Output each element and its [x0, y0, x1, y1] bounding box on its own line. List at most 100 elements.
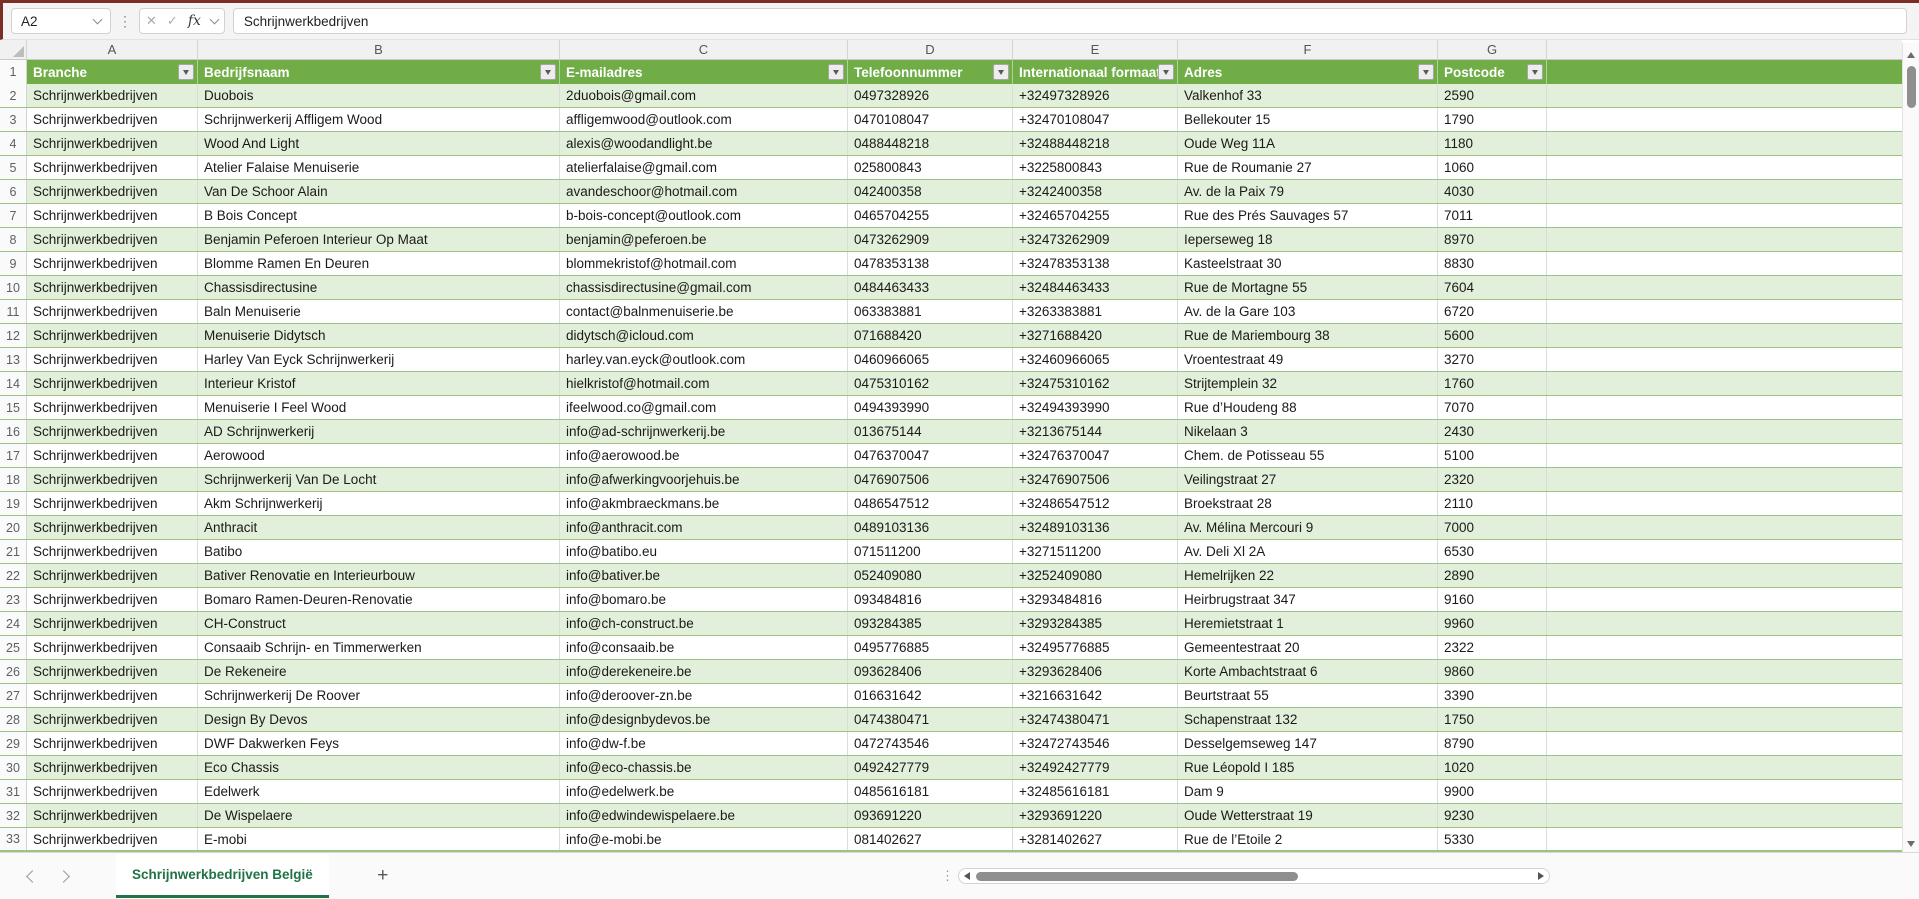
cell-telefoonnummer[interactable]: 071688420: [848, 324, 1013, 347]
cell-telefoonnummer[interactable]: 042400358: [848, 180, 1013, 203]
row-number[interactable]: 22: [0, 564, 27, 587]
cell-branche[interactable]: Schrijnwerkbedrijven: [27, 276, 198, 299]
row-number[interactable]: 32: [0, 804, 27, 827]
row-number[interactable]: 6: [0, 180, 27, 203]
cell-postcode[interactable]: 7000: [1438, 516, 1547, 539]
cell-branche[interactable]: Schrijnwerkbedrijven: [27, 252, 198, 275]
cell-emailadres[interactable]: affligemwood@outlook.com: [560, 108, 848, 131]
cell-branche[interactable]: Schrijnwerkbedrijven: [27, 204, 198, 227]
cell-emailadres[interactable]: info@anthracit.com: [560, 516, 848, 539]
cell-branche[interactable]: Schrijnwerkbedrijven: [27, 84, 198, 107]
cell-postcode[interactable]: 9900: [1438, 780, 1547, 803]
row-number[interactable]: 17: [0, 444, 27, 467]
row-number[interactable]: 25: [0, 636, 27, 659]
header-cell[interactable]: Bedrijfsnaam: [198, 60, 560, 84]
row-number[interactable]: 2: [0, 84, 27, 107]
cell-branche[interactable]: Schrijnwerkbedrijven: [27, 372, 198, 395]
cell-bedrijfsnaam[interactable]: Atelier Falaise Menuiserie: [198, 156, 560, 179]
header-cell[interactable]: Branche: [27, 60, 198, 84]
cell-internationaal-formaat[interactable]: +32489103136: [1013, 516, 1178, 539]
cell-postcode[interactable]: 8970: [1438, 228, 1547, 251]
cell-telefoonnummer[interactable]: 093284385: [848, 612, 1013, 635]
cell-postcode[interactable]: 1180: [1438, 132, 1547, 155]
cell-adres[interactable]: Dam 9: [1178, 780, 1438, 803]
filter-button[interactable]: [993, 64, 1009, 80]
cell-internationaal-formaat[interactable]: +3216631642: [1013, 684, 1178, 707]
cell-telefoonnummer[interactable]: 081402627: [848, 828, 1013, 850]
cell-telefoonnummer[interactable]: 0474380471: [848, 708, 1013, 731]
cell-branche[interactable]: Schrijnwerkbedrijven: [27, 516, 198, 539]
cell-postcode[interactable]: 2110: [1438, 492, 1547, 515]
cell-internationaal-formaat[interactable]: +32460966065: [1013, 348, 1178, 371]
cell-emailadres[interactable]: info@dw-f.be: [560, 732, 848, 755]
cell-adres[interactable]: Ieperseweg 18: [1178, 228, 1438, 251]
cell-adres[interactable]: Rue d’Houdeng 88: [1178, 396, 1438, 419]
cell-adres[interactable]: Desselgemseweg 147: [1178, 732, 1438, 755]
cell-internationaal-formaat[interactable]: +32492427779: [1013, 756, 1178, 779]
cell-emailadres[interactable]: benjamin@peferoen.be: [560, 228, 848, 251]
cell-internationaal-formaat[interactable]: +3293691220: [1013, 804, 1178, 827]
cell-bedrijfsnaam[interactable]: Baln Menuiserie: [198, 300, 560, 323]
confirm-icon[interactable]: ✓: [167, 13, 178, 29]
column-letter[interactable]: G: [1438, 40, 1547, 59]
cell-bedrijfsnaam[interactable]: Akm Schrijnwerkerij: [198, 492, 560, 515]
cell-adres[interactable]: Strijtemplein 32: [1178, 372, 1438, 395]
cell-bedrijfsnaam[interactable]: Van De Schoor Alain: [198, 180, 560, 203]
cell-branche[interactable]: Schrijnwerkbedrijven: [27, 732, 198, 755]
cell-telefoonnummer[interactable]: 0465704255: [848, 204, 1013, 227]
cell-adres[interactable]: Rue des Prés Sauvages 57: [1178, 204, 1438, 227]
header-cell[interactable]: E-mailadres: [560, 60, 848, 84]
row-number[interactable]: 13: [0, 348, 27, 371]
tab-splitter-icon[interactable]: ⋮: [941, 868, 954, 884]
filter-button[interactable]: [1418, 64, 1434, 80]
cell-adres[interactable]: Broekstraat 28: [1178, 492, 1438, 515]
cell-adres[interactable]: Gemeentestraat 20: [1178, 636, 1438, 659]
cell-postcode[interactable]: 6720: [1438, 300, 1547, 323]
row-number[interactable]: 18: [0, 468, 27, 491]
row-number[interactable]: 16: [0, 420, 27, 443]
cell-bedrijfsnaam[interactable]: Schrijnwerkerij Affligem Wood: [198, 108, 560, 131]
cell-internationaal-formaat[interactable]: +32465704255: [1013, 204, 1178, 227]
cell-branche[interactable]: Schrijnwerkbedrijven: [27, 468, 198, 491]
cell-emailadres[interactable]: info@e-mobi.be: [560, 828, 848, 850]
cell-telefoonnummer[interactable]: 052409080: [848, 564, 1013, 587]
cell-telefoonnummer[interactable]: 0485616181: [848, 780, 1013, 803]
cell-emailadres[interactable]: blommekristof@hotmail.com: [560, 252, 848, 275]
cell-telefoonnummer[interactable]: 0460966065: [848, 348, 1013, 371]
cell-branche[interactable]: Schrijnwerkbedrijven: [27, 396, 198, 419]
row-number[interactable]: 33: [0, 828, 27, 850]
row-number[interactable]: 31: [0, 780, 27, 803]
cell-internationaal-formaat[interactable]: +32474380471: [1013, 708, 1178, 731]
cell-bedrijfsnaam[interactable]: Design By Devos: [198, 708, 560, 731]
cell-adres[interactable]: Rue de l’Etoile 2: [1178, 828, 1438, 850]
cell-emailadres[interactable]: alexis@woodandlight.be: [560, 132, 848, 155]
cell-emailadres[interactable]: hielkristof@hotmail.com: [560, 372, 848, 395]
cell-branche[interactable]: Schrijnwerkbedrijven: [27, 756, 198, 779]
insert-function-icon[interactable]: fx: [188, 13, 201, 29]
cell-emailadres[interactable]: info@bativer.be: [560, 564, 848, 587]
cell-telefoonnummer[interactable]: 0497328926: [848, 84, 1013, 107]
cell-postcode[interactable]: 5100: [1438, 444, 1547, 467]
cell-branche[interactable]: Schrijnwerkbedrijven: [27, 636, 198, 659]
cell-telefoonnummer[interactable]: 0472743546: [848, 732, 1013, 755]
cell-bedrijfsnaam[interactable]: CH-Construct: [198, 612, 560, 635]
cell-emailadres[interactable]: info@eco-chassis.be: [560, 756, 848, 779]
add-sheet-button[interactable]: +: [369, 862, 397, 890]
cell-branche[interactable]: Schrijnwerkbedrijven: [27, 180, 198, 203]
cell-branche[interactable]: Schrijnwerkbedrijven: [27, 348, 198, 371]
cell-internationaal-formaat[interactable]: +3225800843: [1013, 156, 1178, 179]
cell-bedrijfsnaam[interactable]: Wood And Light: [198, 132, 560, 155]
cell-postcode[interactable]: 5600: [1438, 324, 1547, 347]
cell-internationaal-formaat[interactable]: +32485616181: [1013, 780, 1178, 803]
cell-postcode[interactable]: 8830: [1438, 252, 1547, 275]
cell-postcode[interactable]: 2890: [1438, 564, 1547, 587]
cell-internationaal-formaat[interactable]: +32470108047: [1013, 108, 1178, 131]
cell-postcode[interactable]: 1760: [1438, 372, 1547, 395]
horizontal-scrollbar[interactable]: [958, 868, 1550, 884]
cell-postcode[interactable]: 9960: [1438, 612, 1547, 635]
cell-internationaal-formaat[interactable]: +3242400358: [1013, 180, 1178, 203]
cell-branche[interactable]: Schrijnwerkbedrijven: [27, 588, 198, 611]
cell-internationaal-formaat[interactable]: +32476370047: [1013, 444, 1178, 467]
cell-postcode[interactable]: 3390: [1438, 684, 1547, 707]
cell-internationaal-formaat[interactable]: +3252409080: [1013, 564, 1178, 587]
